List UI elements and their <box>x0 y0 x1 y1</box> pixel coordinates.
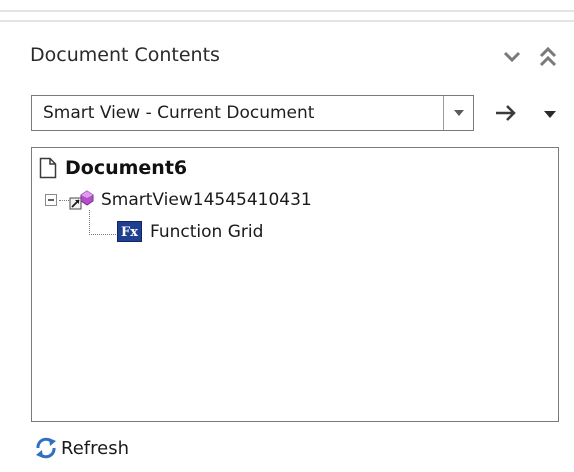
svg-text:Fx: Fx <box>121 225 138 240</box>
document-selector-value: Smart View - Current Document <box>43 103 315 123</box>
tree-node-function-grid[interactable]: Fx Function Grid <box>117 221 263 242</box>
caret-down-icon <box>544 111 556 118</box>
top-divider <box>0 10 574 12</box>
options-menu-button[interactable] <box>541 104 559 124</box>
tree-connector <box>89 210 90 235</box>
expand-button[interactable] <box>537 46 559 68</box>
chevron-down-icon <box>503 51 521 63</box>
document-tree[interactable]: Document6 SmartView14545410431 Fx Functi… <box>31 147 559 422</box>
document-selector[interactable]: Smart View - Current Document <box>31 95 474 131</box>
document-selector-dropdown[interactable] <box>443 96 473 130</box>
top-divider-2 <box>0 20 574 22</box>
collapse-button[interactable] <box>501 46 523 68</box>
refresh-button[interactable]: Refresh <box>33 435 129 461</box>
tree-connector <box>89 234 116 235</box>
go-button[interactable] <box>494 101 520 125</box>
tree-node-document[interactable]: Document6 <box>39 157 187 179</box>
document-icon <box>39 157 57 179</box>
panel-title: Document Contents <box>30 44 220 66</box>
double-chevron-up-icon <box>539 46 557 67</box>
refresh-label: Refresh <box>61 437 129 459</box>
dropdown-arrow-icon <box>453 110 464 116</box>
refresh-icon <box>36 437 56 459</box>
tree-node-document-label: Document6 <box>65 157 188 179</box>
tree-node-connection-label: SmartView14545410431 <box>101 190 312 210</box>
tree-node-connection[interactable]: SmartView14545410431 <box>45 189 312 211</box>
tree-collapse-icon <box>45 194 57 206</box>
tree-node-function-grid-label: Function Grid <box>150 221 264 242</box>
function-icon: Fx <box>117 221 142 242</box>
connection-icon <box>69 190 94 210</box>
arrow-right-icon <box>496 105 516 121</box>
